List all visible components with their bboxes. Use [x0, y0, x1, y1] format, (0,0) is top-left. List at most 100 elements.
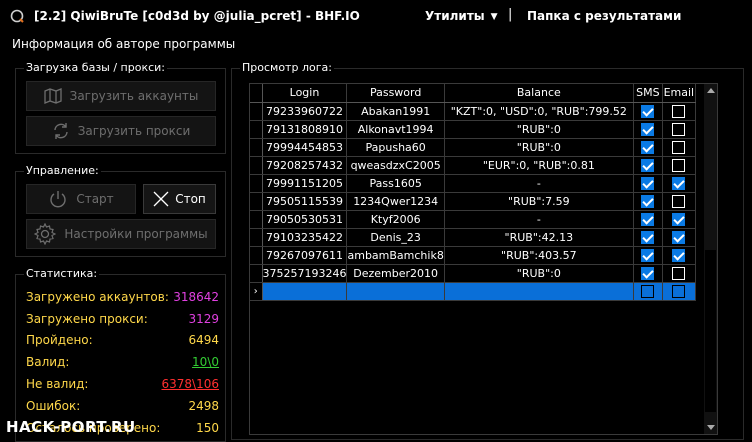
cell-balance[interactable]: "RUB":403.57	[444, 246, 634, 265]
cell-password[interactable]: 1234Qwer1234	[346, 192, 445, 211]
table-row[interactable]: 79994454853 Papusha60 "RUB":0	[250, 138, 696, 157]
cell-balance[interactable]: "KZT":0, "USD":0, "RUB":799.52	[444, 102, 634, 121]
cell-balance[interactable]: "RUB":7.59	[444, 192, 634, 211]
cell-balance[interactable]: "RUB":0	[444, 138, 634, 157]
cell-password[interactable]: Denis_23	[346, 228, 445, 247]
menu-results-folder[interactable]: Папка с результатами	[527, 9, 681, 23]
cell-sms[interactable]	[633, 156, 663, 175]
log-table[interactable]: Login Password Balance SMS Email 7923396…	[249, 83, 718, 435]
table-row[interactable]: 79991151205 Pass1605-	[250, 174, 696, 193]
sms-checkbox[interactable]	[641, 104, 655, 118]
sms-checkbox[interactable]	[641, 122, 655, 136]
email-checkbox[interactable]	[672, 248, 686, 262]
cell-password[interactable]: qweasdzxC2005	[346, 156, 445, 175]
column-header-email[interactable]: Email	[662, 84, 696, 103]
column-header-login[interactable]: Login	[262, 84, 348, 103]
email-checkbox[interactable]	[672, 122, 686, 136]
table-row[interactable]: 79103235422 Denis_23 "RUB":42.13	[250, 228, 696, 247]
sms-checkbox[interactable]	[641, 248, 655, 262]
email-checkbox[interactable]	[672, 104, 686, 118]
new-row[interactable]: ›	[250, 282, 696, 301]
cell-email[interactable]	[662, 228, 696, 247]
cell-login[interactable]: 375257193246	[262, 264, 348, 283]
table-row[interactable]: 79131808910 Alkonavt1994 "RUB":0	[250, 120, 696, 139]
cell-password[interactable]: Abakan1991	[346, 102, 445, 121]
cell-sms[interactable]	[633, 102, 663, 121]
cell-login[interactable]: 79233960722	[262, 102, 348, 121]
email-checkbox[interactable]	[672, 176, 686, 190]
email-checkbox[interactable]	[672, 158, 686, 172]
cell-balance[interactable]: "RUB":0	[444, 264, 634, 283]
sms-checkbox[interactable]	[641, 284, 655, 298]
cell-sms[interactable]	[633, 120, 663, 139]
cell-login[interactable]: 79131808910	[262, 120, 348, 139]
cell-email[interactable]	[662, 246, 696, 265]
cell-email[interactable]	[662, 210, 696, 229]
cell-email[interactable]	[662, 138, 696, 157]
cell-email[interactable]	[662, 192, 696, 211]
table-row[interactable]: 375257193246 Dezember2010 "RUB":0	[250, 264, 696, 283]
column-header-password[interactable]: Password	[346, 84, 445, 103]
menu-utilities[interactable]: Утилиты ▼	[425, 9, 498, 23]
cell-email[interactable]	[662, 102, 696, 121]
cell-password[interactable]: Ktyf2006	[346, 210, 445, 229]
cell-balance[interactable]: "EUR":0, "RUB":0.81	[444, 156, 634, 175]
cell-login[interactable]: 79267097611	[262, 246, 348, 265]
cell-login[interactable]: 79103235422	[262, 228, 348, 247]
cell-sms[interactable]	[633, 138, 663, 157]
cell-email[interactable]	[662, 174, 696, 193]
cell-email[interactable]	[662, 282, 696, 301]
table-row[interactable]: 79050530531 Ktyf2006-	[250, 210, 696, 229]
cell-login[interactable]: 79208257432	[262, 156, 348, 175]
cell-password[interactable]: ambamBamchik8	[346, 246, 445, 265]
email-checkbox[interactable]	[672, 284, 686, 298]
sms-checkbox[interactable]	[641, 212, 655, 226]
email-checkbox[interactable]	[672, 140, 686, 154]
email-checkbox[interactable]	[672, 266, 686, 280]
cell-email[interactable]	[662, 264, 696, 283]
cell-password[interactable]: Papusha60	[346, 138, 445, 157]
email-checkbox[interactable]	[672, 194, 686, 208]
cell-email[interactable]	[662, 156, 696, 175]
cell-balance[interactable]: -	[444, 210, 634, 229]
cell-password[interactable]: Dezember2010	[346, 264, 445, 283]
cell-password[interactable]: Alkonavt1994	[346, 120, 445, 139]
cell-sms[interactable]	[633, 192, 663, 211]
column-header-balance[interactable]: Balance	[444, 84, 634, 103]
cell-sms[interactable]	[633, 246, 663, 265]
table-row[interactable]: 79267097611 ambamBamchik8 "RUB":403.57	[250, 246, 696, 265]
column-header-sms[interactable]: SMS	[633, 84, 663, 103]
sms-checkbox[interactable]	[641, 266, 655, 280]
cell-balance[interactable]: -	[444, 174, 634, 193]
cell-balance[interactable]	[444, 282, 634, 301]
sms-checkbox[interactable]	[641, 176, 655, 190]
scroll-up-icon[interactable]	[707, 88, 715, 93]
cell-sms[interactable]	[633, 282, 663, 301]
table-row[interactable]: 79233960722 Abakan1991 "KZT":0, "USD":0, "…	[250, 102, 696, 121]
sms-checkbox[interactable]	[641, 158, 655, 172]
cell-sms[interactable]	[633, 174, 663, 193]
cell-sms[interactable]	[633, 264, 663, 283]
cell-password[interactable]	[346, 282, 445, 301]
sms-checkbox[interactable]	[641, 140, 655, 154]
cell-password[interactable]: Pass1605	[346, 174, 445, 193]
sms-checkbox[interactable]	[641, 194, 655, 208]
cell-login[interactable]: 79991151205	[262, 174, 348, 193]
cell-email[interactable]	[662, 120, 696, 139]
table-row[interactable]: 79208257432 qweasdzxC2005 "EUR":0, "RUB":0…	[250, 156, 696, 175]
table-row[interactable]: 79505115539 1234Qwer1234 "RUB":7.59	[250, 192, 696, 211]
cell-login[interactable]	[262, 282, 348, 301]
cell-sms[interactable]	[633, 210, 663, 229]
stat-value-invalid[interactable]: 6378\106	[162, 377, 220, 391]
cell-sms[interactable]	[633, 228, 663, 247]
email-checkbox[interactable]	[672, 230, 686, 244]
cell-login[interactable]: 79050530531	[262, 210, 348, 229]
scroll-thumb[interactable]	[705, 250, 716, 412]
cell-login[interactable]: 79994454853	[262, 138, 348, 157]
stat-value-valid[interactable]: 10\0	[192, 355, 219, 369]
scroll-down-icon[interactable]	[707, 425, 715, 430]
cell-login[interactable]: 79505115539	[262, 192, 348, 211]
sms-checkbox[interactable]	[641, 230, 655, 244]
email-checkbox[interactable]	[672, 212, 686, 226]
cell-balance[interactable]: "RUB":42.13	[444, 228, 634, 247]
